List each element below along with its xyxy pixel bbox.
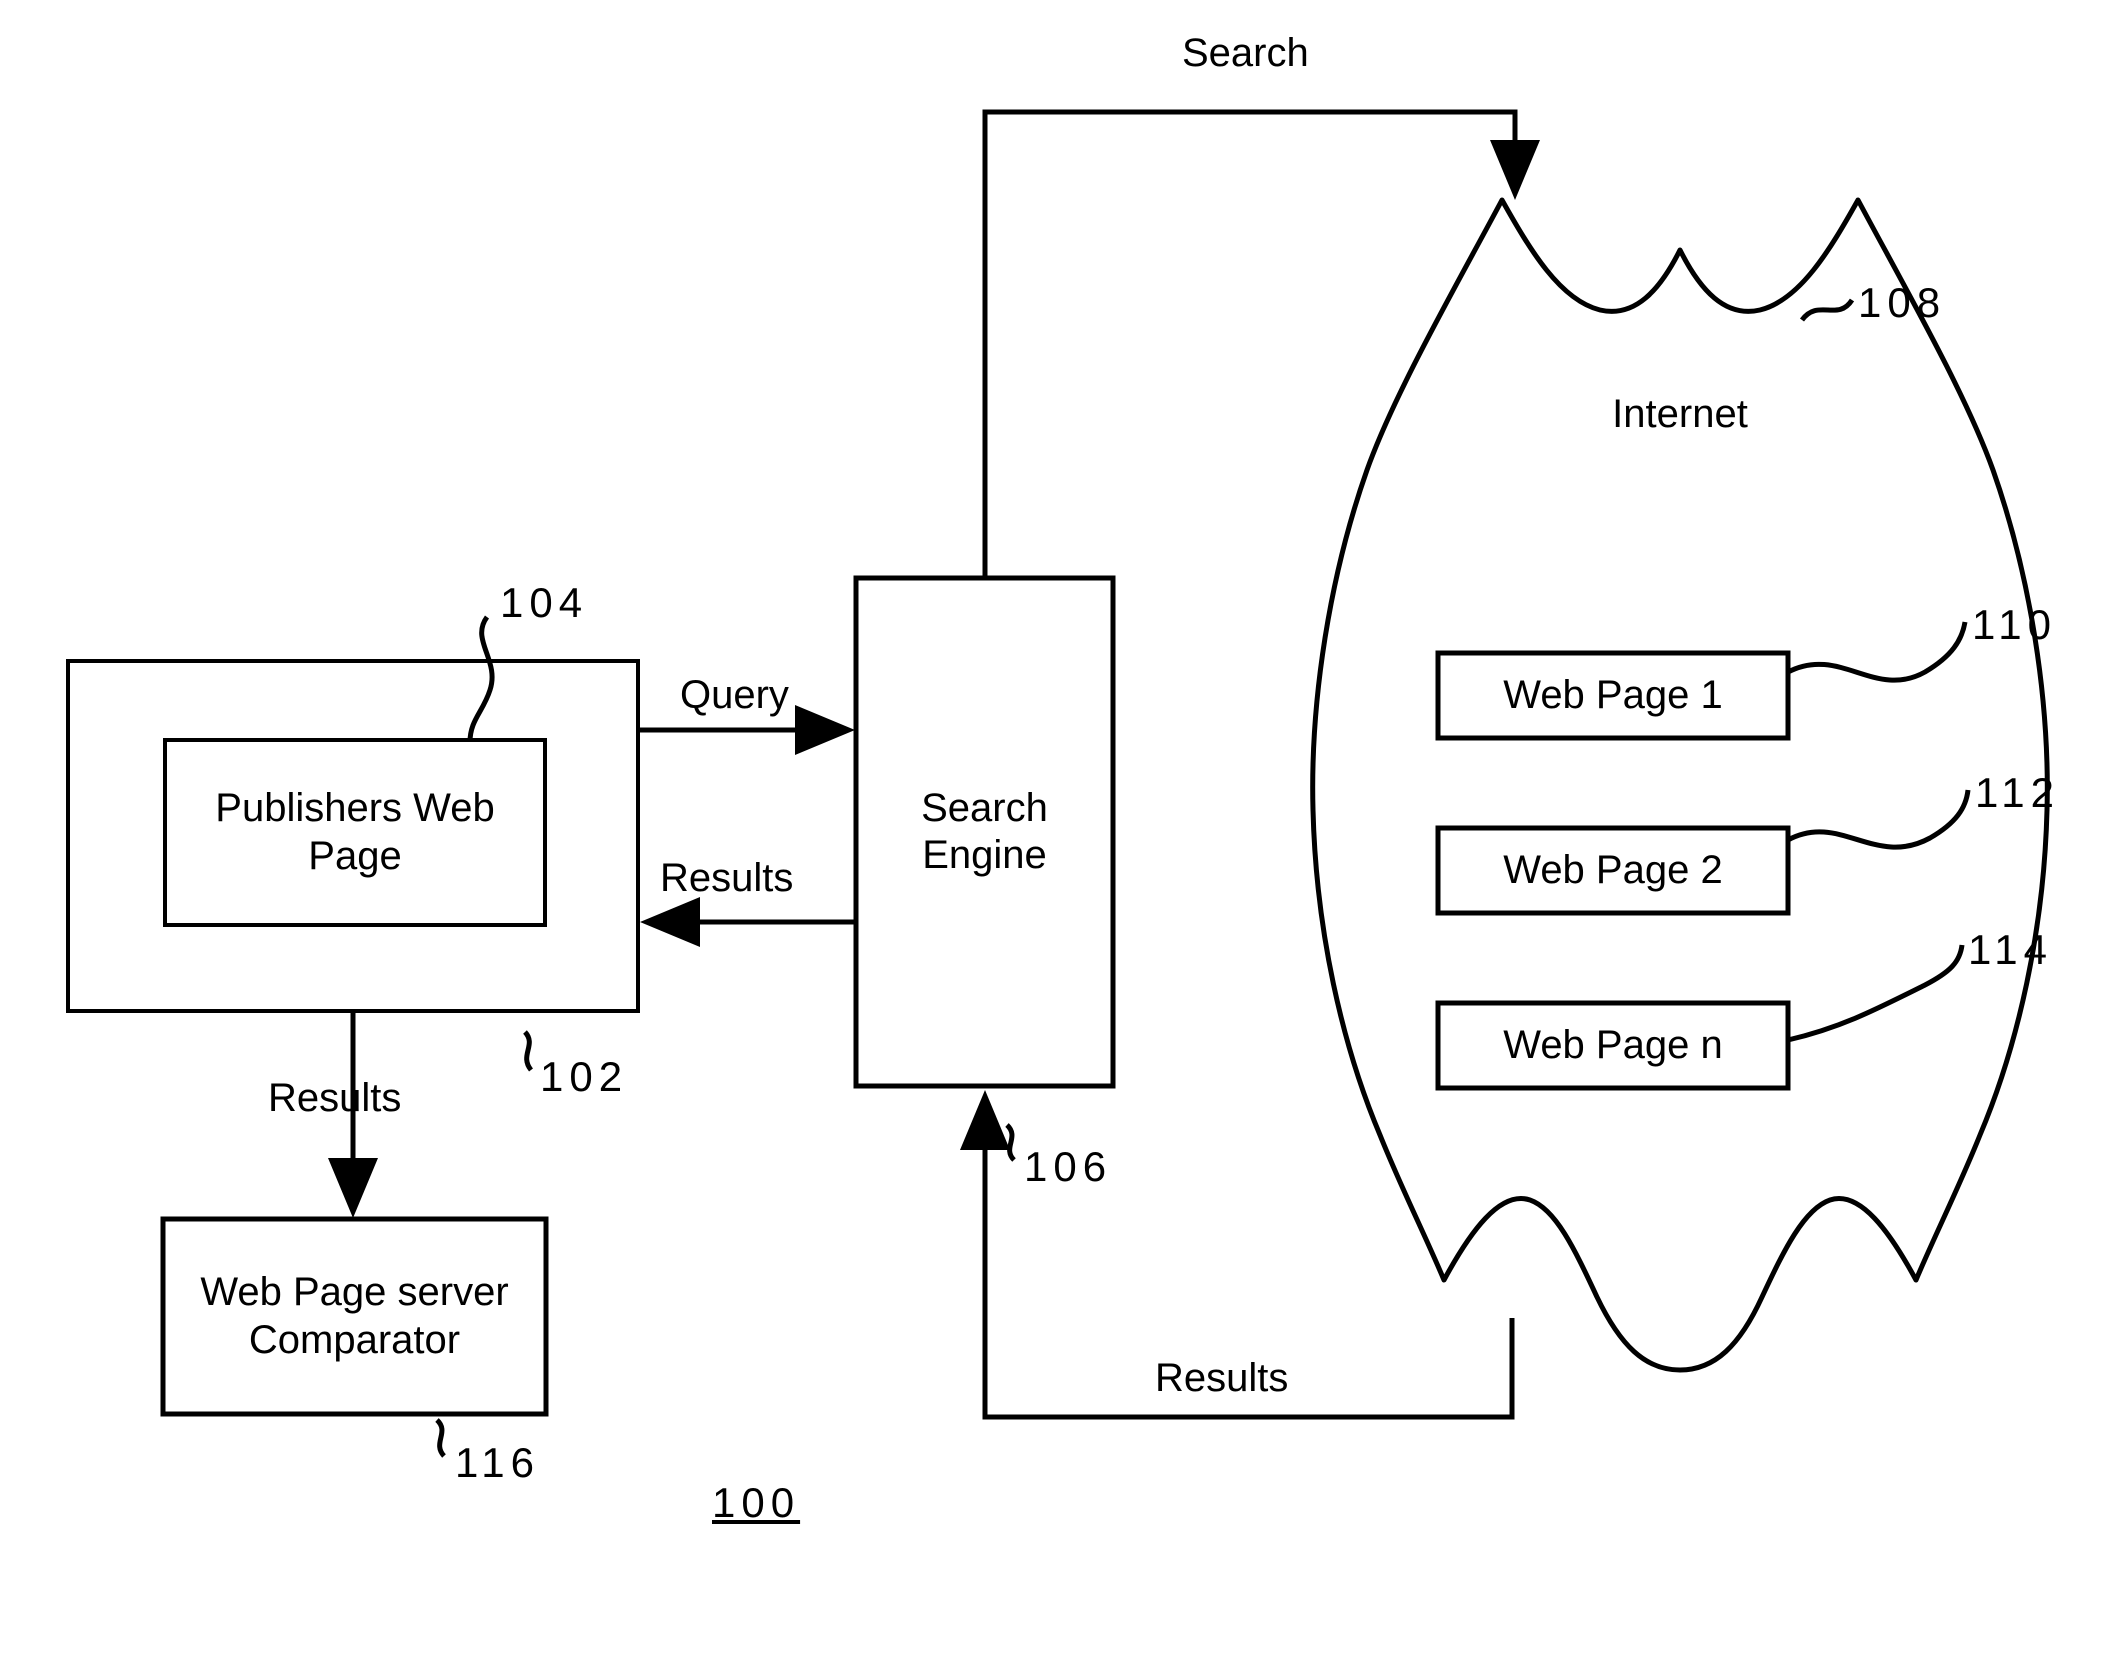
search-engine-label: Search Engine — [921, 785, 1048, 877]
results-internet-label: Results — [1155, 1356, 1289, 1400]
results-comparator-label: Results — [268, 1076, 402, 1120]
ref-102: 102 — [540, 1053, 629, 1100]
ref-114: 114 — [1968, 926, 2053, 973]
leader-108 — [1799, 298, 1855, 322]
ref-116: 116 — [455, 1439, 540, 1486]
search-edge-label: Search — [1182, 31, 1309, 75]
leader-116 — [435, 1418, 447, 1458]
figure-canvas: Publishers Web Page Search Engine Web Page… — [0, 0, 2122, 1671]
leader-112 — [1786, 789, 1971, 850]
internet-label: Internet — [1612, 392, 1748, 437]
results-engine-label: Results — [660, 856, 794, 900]
web-page-1-label: Web Page 1 — [1503, 672, 1723, 717]
publishers-web-page-label: Publishers Web Page — [215, 786, 495, 878]
leader-114 — [1787, 944, 1965, 1043]
ref-112: 112 — [1975, 769, 2060, 816]
query-edge-label: Query — [680, 673, 789, 717]
leader-104 — [467, 615, 495, 743]
leader-110 — [1786, 621, 1968, 683]
comparator-label: Web Page server Comparator — [200, 1270, 509, 1362]
ref-106: 106 — [1024, 1143, 1113, 1190]
leader-106 — [1005, 1123, 1016, 1162]
ref-104: 104 — [500, 579, 589, 626]
leader-102 — [522, 1030, 534, 1072]
web-page-n-label: Web Page n — [1503, 1022, 1723, 1067]
internet-cloud — [1310, 197, 2050, 1373]
web-page-2-label: Web Page 2 — [1503, 847, 1723, 892]
ref-108: 108 — [1858, 279, 1947, 326]
search-arrow — [982, 109, 1540, 578]
figure-number: 100 — [712, 1479, 801, 1526]
ref-110: 110 — [1972, 601, 2057, 648]
